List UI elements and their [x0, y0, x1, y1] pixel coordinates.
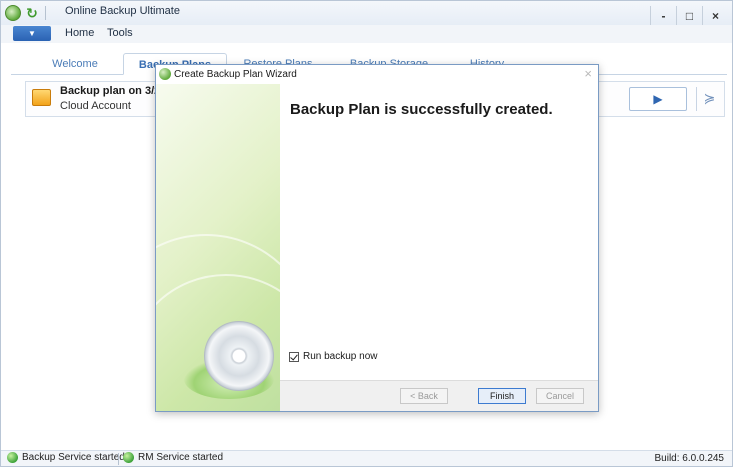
toolbar-separator	[45, 6, 46, 20]
ribbon-menu: ▼ Home Tools	[1, 25, 732, 43]
wizard-heading: Backup Plan is successfully created.	[290, 101, 553, 118]
cancel-button[interactable]: Cancel	[536, 388, 584, 404]
app-logo-icon[interactable]	[5, 5, 21, 21]
menu-tools[interactable]: Tools	[107, 27, 133, 39]
application-menu-button[interactable]: ▼	[13, 26, 51, 41]
run-plan-button[interactable]: ▶	[629, 87, 687, 111]
play-icon: ▶	[653, 92, 663, 106]
backup-service-text: Backup Service started	[22, 452, 125, 463]
status-separator	[118, 453, 119, 465]
run-backup-now-label: Run backup now	[303, 351, 378, 362]
chevron-double-down-icon: ≽	[703, 90, 716, 106]
disc-icon	[204, 321, 274, 391]
app-window: ↻ Online Backup Ultimate - □ × ▼ Home To…	[0, 0, 733, 467]
expand-plan-button[interactable]: ≽	[696, 87, 722, 111]
status-bar: Backup Service started RM Service starte…	[1, 450, 732, 466]
run-backup-now-option[interactable]: Run backup now	[289, 351, 378, 362]
rm-service-status: RM Service started	[123, 452, 223, 463]
wizard-side-banner	[156, 84, 280, 411]
dialog-title: Create Backup Plan Wizard	[174, 69, 297, 80]
rm-service-text: RM Service started	[138, 452, 224, 463]
dialog-footer: < Back Finish Cancel	[280, 380, 598, 411]
backup-service-status: Backup Service started	[7, 452, 125, 463]
plan-account: Cloud Account	[60, 100, 131, 112]
title-bar: ↻ Online Backup Ultimate - □ ×	[1, 1, 732, 28]
tab-welcome[interactable]: Welcome	[35, 53, 115, 75]
status-ok-icon	[7, 452, 18, 463]
back-button[interactable]: < Back	[400, 388, 448, 404]
folder-icon	[32, 89, 51, 106]
dialog-title-bar: Create Backup Plan Wizard ×	[156, 65, 598, 84]
chevron-down-icon: ▼	[28, 29, 36, 38]
status-ok-icon	[123, 452, 134, 463]
dialog-close-button[interactable]: ×	[584, 66, 592, 81]
finish-button[interactable]: Finish	[478, 388, 526, 404]
run-backup-now-checkbox[interactable]	[289, 351, 299, 362]
refresh-icon[interactable]: ↻	[24, 5, 40, 21]
create-backup-plan-wizard: Create Backup Plan Wizard × Backup Plan …	[155, 64, 599, 412]
window-title: Online Backup Ultimate	[65, 5, 180, 17]
app-logo-icon	[159, 68, 171, 80]
build-version: Build: 6.0.0.245	[654, 453, 725, 464]
quick-access-toolbar: ↻	[5, 4, 48, 22]
menu-home[interactable]: Home	[65, 27, 94, 39]
